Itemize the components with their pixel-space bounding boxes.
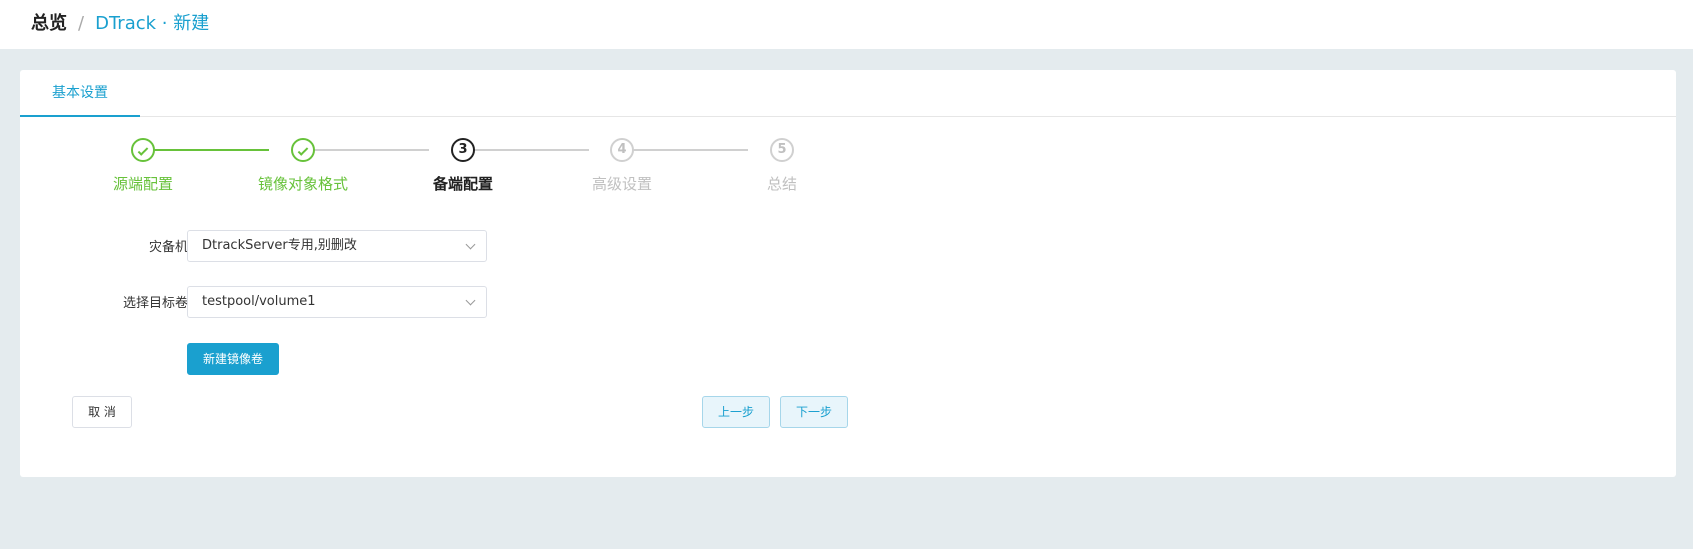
step-5-label: 总结 [766, 175, 797, 193]
top-bar: 总览 / DTrack · 新建 [0, 0, 1693, 49]
step-5-number: 5 [770, 138, 794, 162]
tab-basic-settings[interactable]: 基本设置 [20, 70, 140, 117]
prev-step-button[interactable]: 上一步 [702, 396, 770, 428]
dr-machine-value: DtrackServer专用,别删改 [202, 238, 357, 253]
step-4-number: 4 [610, 138, 634, 162]
wizard-card: 基本设置 3 4 5 源端配置 镜像对象格式 备端配置 高级设置 总结 灾备机 … [20, 70, 1676, 477]
target-volume-label: 选择目标卷 [122, 296, 188, 311]
breadcrumb-root[interactable]: 总览 [31, 13, 67, 34]
step-1-label: 源端配置 [112, 175, 173, 193]
target-volume-value: testpool/volume1 [202, 294, 316, 309]
dr-machine-label: 灾备机 [148, 240, 188, 255]
step-4-label: 高级设置 [591, 175, 652, 193]
step-connector [303, 149, 429, 151]
next-step-button[interactable]: 下一步 [780, 396, 848, 428]
breadcrumb: 总览 / DTrack · 新建 [31, 12, 209, 36]
step-1-check-icon [131, 138, 155, 162]
chevron-down-icon [465, 295, 476, 306]
breadcrumb-current: DTrack · 新建 [95, 13, 210, 34]
cancel-button[interactable]: 取 消 [72, 396, 132, 428]
tab-bar: 基本设置 [20, 70, 1676, 117]
target-volume-select[interactable]: testpool/volume1 [187, 286, 487, 318]
step-2-label: 镜像对象格式 [257, 175, 348, 193]
dr-machine-select[interactable]: DtrackServer专用,别删改 [187, 230, 487, 262]
breadcrumb-separator: / [78, 13, 85, 34]
step-3-number: 3 [451, 138, 475, 162]
step-connector [143, 149, 269, 151]
step-connector [622, 149, 748, 151]
step-connector [463, 149, 589, 151]
new-mirror-volume-button[interactable]: 新建镜像卷 [187, 343, 279, 375]
step-2-check-icon [291, 138, 315, 162]
step-3-label: 备端配置 [432, 175, 493, 193]
chevron-down-icon [465, 239, 476, 250]
